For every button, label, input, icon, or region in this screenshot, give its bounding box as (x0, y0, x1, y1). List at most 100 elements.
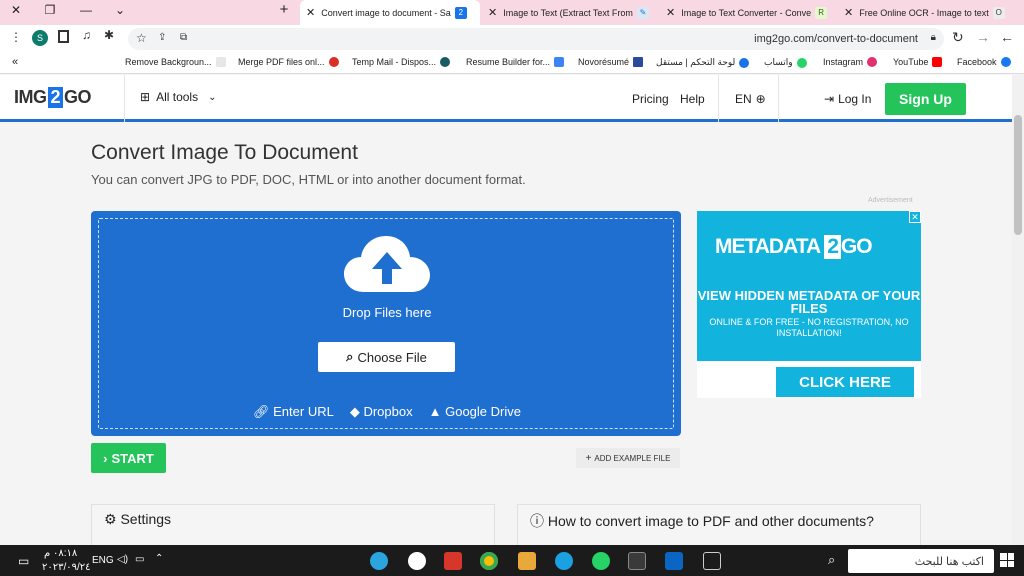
windows-start-icon[interactable] (1000, 553, 1014, 567)
taskbar-search[interactable]: اكتب هنا للبحث ⌕ (828, 549, 994, 573)
add-example-file-button[interactable]: + ADD EXAMPLE FILE (576, 448, 680, 468)
side-panel-icon[interactable] (58, 30, 69, 43)
store-icon[interactable] (628, 552, 646, 570)
whatsapp-icon (796, 57, 807, 68)
telegram-icon[interactable] (370, 552, 388, 570)
search-icon: ⌕ (346, 349, 354, 364)
url-text[interactable]: img2go.com/convert-to-document (754, 33, 918, 45)
dropbox-link[interactable]: ◆ Dropbox (350, 404, 413, 420)
close-tab-icon[interactable]: ✕ (488, 6, 497, 19)
img2go-logo[interactable]: IMG 2 GO (14, 87, 92, 108)
ad-subtext: ONLINE & FOR FREE - NO REGISTRATION, NO … (709, 317, 909, 338)
bookmark-youtube[interactable]: YouTube (893, 57, 943, 67)
scrollbar-thumb[interactable] (1014, 115, 1022, 235)
bookmark-favicon-icon (633, 57, 644, 67)
dropbox-icon: ◆ (349, 404, 360, 419)
omnibox[interactable]: ☆ ⇪ ⧉ img2go.com/convert-to-document 🔒︎ (128, 28, 944, 50)
file-drop-zone[interactable]: Drop Files here ⌕ Choose File 🔗︎ Enter U… (91, 211, 681, 436)
input-language[interactable]: ENG (92, 555, 114, 566)
language-selector[interactable]: EN ⊕ (735, 92, 766, 106)
wps-office-icon[interactable] (444, 552, 462, 570)
bookmark-resume-builder[interactable]: Resume Builder for... (466, 57, 565, 67)
settings-panel[interactable]: ⚙ Settings (91, 504, 495, 546)
bookmark-merge-pdf[interactable]: Merge PDF files onl... (238, 57, 339, 67)
share-icon[interactable]: ⇪ (158, 32, 166, 43)
windows-taskbar: ▭ ٠٨:١٨ م ٢٠٢٣/٠٩/٢٤ ENG ◁) ▭ ⌃ اكتب هنا… (0, 545, 1024, 576)
divider (778, 75, 779, 122)
install-app-icon[interactable]: ⧉ (180, 32, 187, 43)
upload-source-links: 🔗︎ Enter URL ◆ Dropbox ▲ Google Drive (99, 404, 675, 420)
lock-icon[interactable]: 🔒︎ (931, 32, 936, 43)
ad-click-here-button[interactable]: CLICK HERE (776, 367, 914, 397)
back-icon[interactable]: ← (1000, 29, 1014, 45)
page-scrollbar[interactable] (1012, 75, 1024, 545)
minimize-window-icon[interactable]: — (76, 3, 96, 17)
tab-image-to-text-converter[interactable]: ✕ Image to Text Converter - Conve R (660, 0, 836, 25)
help-link[interactable]: Help (680, 92, 705, 106)
enter-url-link[interactable]: 🔗︎ Enter URL (253, 404, 334, 420)
battery-icon[interactable]: ▭ (135, 554, 144, 565)
file-explorer-icon[interactable] (518, 552, 536, 570)
show-hidden-icons[interactable]: ⌃ (155, 553, 163, 564)
chrome-icon[interactable] (480, 552, 498, 570)
clock-time[interactable]: ٠٨:١٨ م (44, 548, 77, 559)
site-header: IMG 2 GO ⊞ All tools ⌄ Pricing Help EN ⊕ ⇥… (0, 75, 1012, 122)
howto-panel[interactable]: ⓘ How to convert image to PDF and other … (517, 504, 921, 546)
ad-headline: VIEW HIDDEN METADATA OF YOUR FILES (697, 288, 921, 316)
choose-file-button[interactable]: ⌕ Choose File (318, 342, 455, 372)
bookmark-favicon-icon (328, 57, 339, 67)
globe-icon: ⊕ (755, 92, 766, 106)
tab-search-icon[interactable]: ⌄ (110, 3, 130, 17)
bookmark-favicon-icon (215, 57, 226, 67)
bookmark-instagram[interactable]: Instagram (823, 57, 878, 67)
task-view-icon[interactable] (703, 552, 721, 570)
app-icon[interactable] (408, 552, 426, 570)
plus-icon: + (585, 452, 592, 464)
close-tab-icon[interactable]: ✕ (306, 6, 315, 19)
search-icon: ⌕ (828, 552, 836, 567)
tab-convert-image[interactable]: ✕ Convert image to document - Sa 2 (300, 0, 480, 25)
mail-icon[interactable] (665, 552, 683, 570)
restore-window-icon[interactable]: ❐ (40, 3, 60, 17)
bookmark-remove-bg[interactable]: Remove Backgroun... (125, 57, 226, 67)
signup-button[interactable]: Sign Up (885, 83, 966, 115)
pricing-link[interactable]: Pricing (632, 92, 669, 106)
clock-date[interactable]: ٢٠٢٣/٠٩/٢٤ (42, 562, 91, 573)
start-button[interactable]: › START (91, 443, 166, 473)
profile-avatar[interactable]: S (32, 30, 48, 46)
chevron-down-icon: ⌄ (208, 91, 217, 103)
all-tools-menu[interactable]: ⊞ All tools ⌄ (140, 90, 216, 104)
tab-image-to-text[interactable]: ✕ Image to Text (Extract Text From ✎ (482, 0, 658, 25)
ad-close-icon[interactable]: ✕ (909, 211, 921, 223)
bookmark-whatsapp[interactable]: واتساب (764, 57, 807, 68)
drop-area[interactable]: Drop Files here ⌕ Choose File 🔗︎ Enter U… (98, 218, 674, 429)
reload-icon[interactable]: ↻ (952, 29, 964, 46)
new-tab-icon[interactable]: + (274, 1, 294, 18)
notification-icon[interactable]: ▭ (18, 554, 29, 568)
divider (124, 75, 125, 122)
google-drive-link[interactable]: ▲ Google Drive (429, 404, 521, 420)
reading-list-icon[interactable]: ♫ (82, 28, 91, 42)
bookmark-facebook[interactable]: Facebook (957, 57, 1011, 67)
more-bookmarks-icon[interactable]: « (12, 56, 18, 68)
login-link[interactable]: ⇥ Log In (824, 92, 871, 106)
volume-icon[interactable]: ◁) (117, 554, 128, 565)
bookmark-novoresume[interactable]: Novorésumé (578, 57, 644, 67)
whatsapp-taskbar-icon[interactable] (592, 552, 610, 570)
bookmark-temp-mail[interactable]: Temp Mail - Dispos... (352, 57, 451, 67)
gears-icon: ⚙ (104, 511, 117, 527)
edge-icon[interactable] (555, 552, 573, 570)
close-tab-icon[interactable]: ✕ (844, 6, 853, 19)
metadata2go-ad[interactable]: ✕ METADATA 2 GO VIEW HIDDEN METADATA OF Y… (697, 211, 921, 398)
facebook-icon (1000, 57, 1011, 67)
bookmark-star-icon[interactable]: ☆ (136, 31, 147, 45)
forward-icon[interactable]: → (976, 29, 990, 45)
extensions-icon[interactable]: ✱ (104, 28, 114, 42)
close-window-icon[interactable]: ✕ (6, 3, 26, 17)
grid-icon: ⊞ (140, 90, 151, 104)
bookmark-mostaql[interactable]: لوحة التحكم | مستقل (656, 57, 750, 68)
more-menu-icon[interactable]: ⋮ (10, 30, 22, 44)
tab-free-online-ocr[interactable]: ✕ Free Online OCR - Image to text O (838, 0, 1014, 25)
google-drive-icon: ▲ (428, 404, 442, 419)
close-tab-icon[interactable]: ✕ (666, 6, 675, 19)
